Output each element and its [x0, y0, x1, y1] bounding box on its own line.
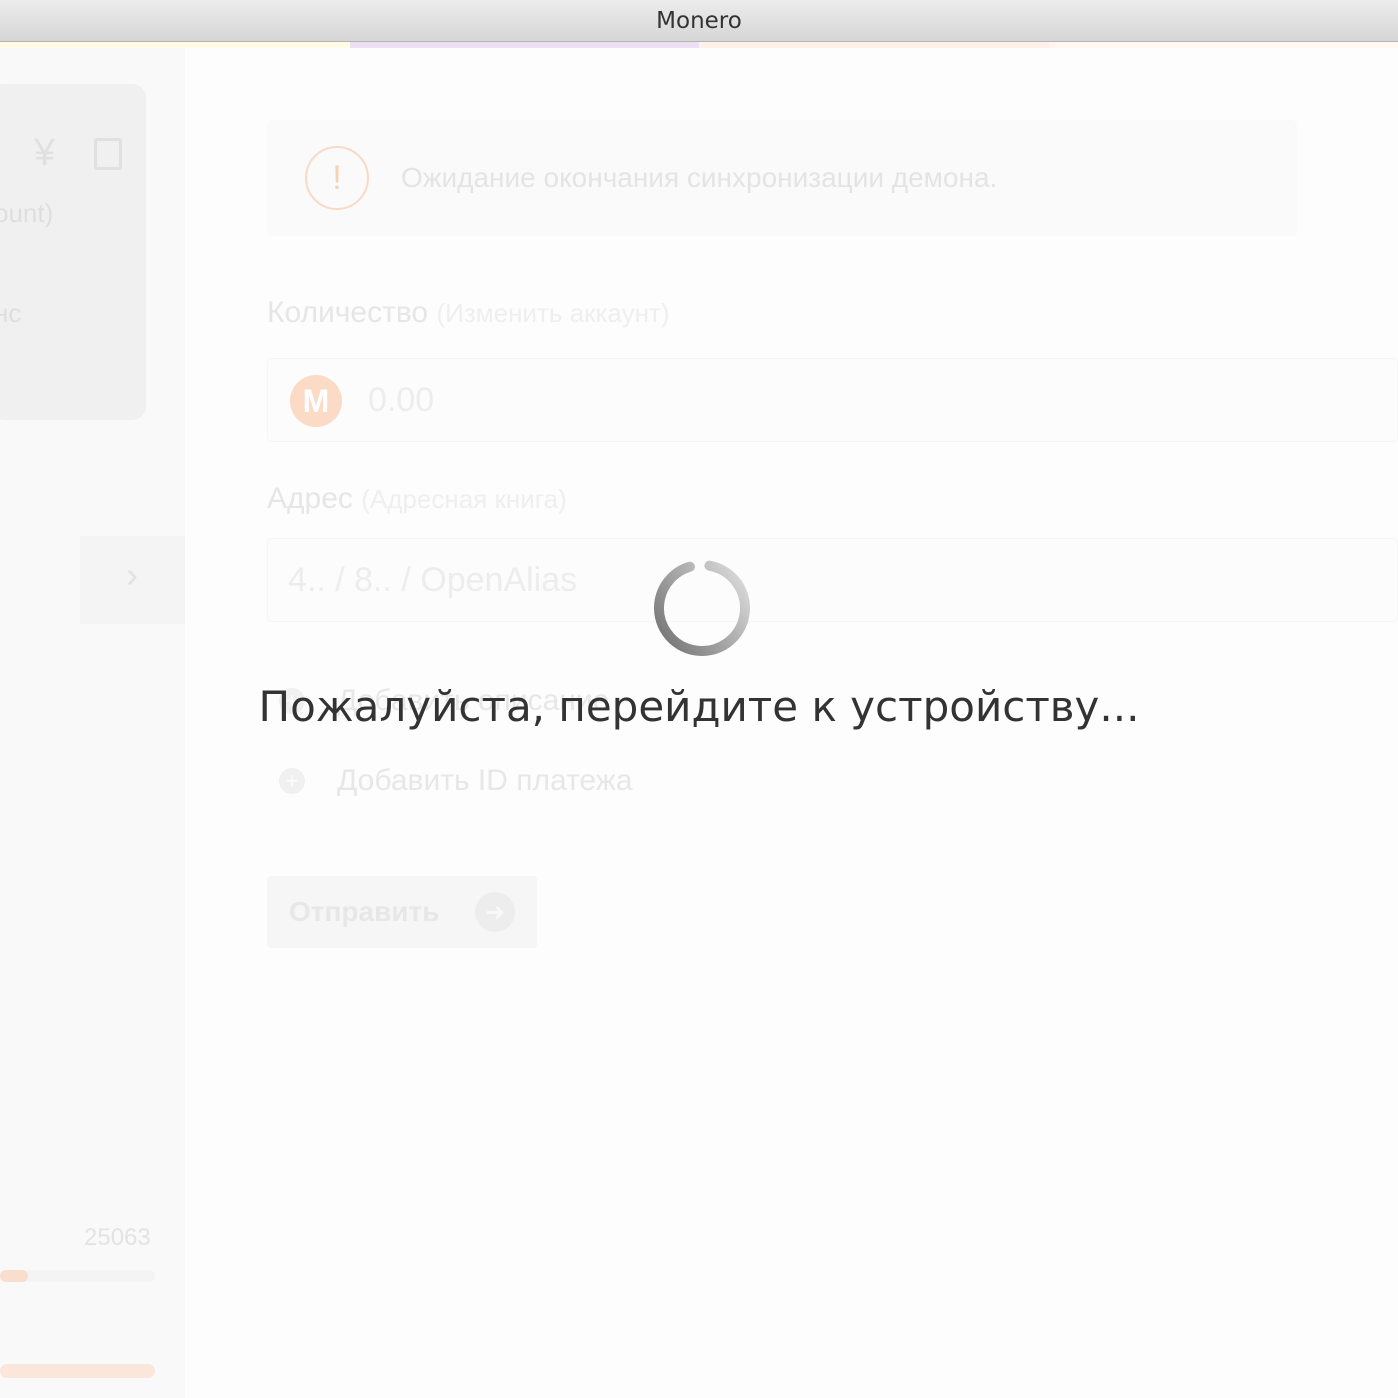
loading-spinner — [654, 560, 750, 656]
window-titlebar: Monero — [0, 0, 1398, 42]
window-title: Monero — [656, 7, 742, 34]
device-prompt-message: Пожалуйста, перейдите к устройству... — [258, 682, 1140, 731]
